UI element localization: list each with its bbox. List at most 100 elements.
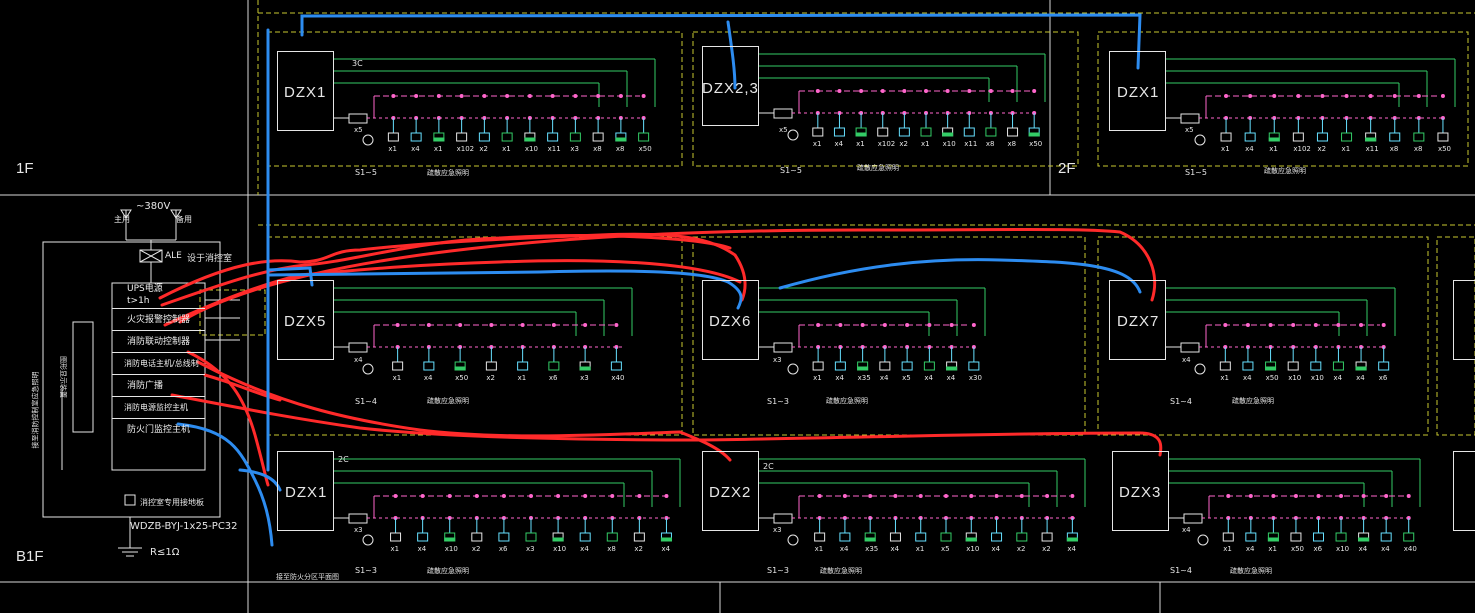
bus-node — [838, 323, 843, 327]
bus-node — [1272, 94, 1277, 98]
device-count-label: x4 — [1245, 545, 1255, 553]
bus-node — [1291, 323, 1296, 327]
device-count-label: x1 — [388, 145, 397, 153]
device-symbol-box — [1219, 361, 1231, 371]
device-count-label: x8 — [607, 545, 616, 553]
device-count-label: x4 — [1358, 545, 1368, 553]
lamp-symbol — [362, 134, 374, 146]
panel-label: DZX7 — [1117, 313, 1160, 330]
device-count-label: x1 — [1221, 145, 1230, 153]
panel-label: DZX1 — [285, 484, 328, 501]
bus-node — [1361, 494, 1366, 498]
bus-node — [482, 94, 487, 98]
bus-node — [837, 89, 842, 93]
device-symbol-bar — [433, 137, 445, 142]
device-symbol-box — [423, 361, 435, 371]
bus-node — [641, 94, 646, 98]
bus-node — [882, 323, 887, 327]
device-symbol-box — [387, 132, 399, 142]
bus-node — [967, 89, 972, 93]
bus-node — [583, 323, 588, 327]
device-count-label: x4 — [834, 140, 844, 148]
bus-node — [1368, 94, 1373, 98]
device-symbol-box — [879, 361, 891, 371]
device-symbol-box — [1403, 532, 1415, 542]
circuit-range: S1~3 — [767, 397, 789, 406]
device-count-label: x2 — [486, 374, 495, 382]
device-count-label: x102 — [1293, 145, 1311, 153]
device-count-label: x4 — [423, 374, 433, 382]
breaker-block — [348, 342, 368, 353]
circuit-wiring — [334, 53, 1456, 546]
bus-node — [868, 494, 873, 498]
device-count-label: x1 — [392, 374, 402, 382]
bus-node — [459, 94, 464, 98]
bus-node — [520, 323, 525, 327]
device-symbol-bar — [444, 537, 456, 542]
device-symbol-bar — [1358, 537, 1370, 542]
riser-item-telephone: 消防电话主机/总线制 — [112, 353, 205, 375]
bus-node — [436, 94, 441, 98]
device-count-label: x50 — [638, 145, 652, 153]
graphic-display-label: 图形显示装置 — [59, 356, 67, 398]
device-count-label: x5 — [941, 545, 950, 553]
device-count-label: x1 — [433, 145, 443, 153]
device-count-label: x2 — [1317, 145, 1327, 153]
device-symbol-box — [498, 532, 510, 542]
bus-node — [860, 323, 865, 327]
device-count-label: x40 — [1403, 545, 1417, 553]
bus-node — [1440, 94, 1445, 98]
bus-node — [949, 323, 954, 327]
device-count-label: x1 — [1341, 145, 1351, 153]
device-count-label: x4 — [417, 545, 427, 553]
device-count-label: x3 — [580, 374, 589, 382]
bus-node — [1223, 323, 1228, 327]
device-count-label: x1 — [517, 374, 527, 382]
device-symbol-bar — [1365, 137, 1377, 142]
breaker-block — [773, 513, 793, 524]
device-symbol-box — [610, 361, 622, 371]
device-count-label: x3 — [570, 145, 579, 153]
device-count-label: x4 — [411, 145, 420, 153]
device-symbol-bar — [454, 366, 466, 371]
device-count-label: x6 — [1313, 545, 1323, 553]
panel-caption: 疏散应急照明 — [820, 567, 862, 575]
device-count-label: x1 — [1268, 545, 1277, 553]
device-count-label: x10 — [1288, 374, 1302, 382]
device-symbol-box — [1413, 132, 1425, 142]
feeder-count: x5 — [779, 126, 788, 134]
breaker-block — [348, 113, 368, 124]
device-symbol-box — [485, 361, 497, 371]
bus-node — [1339, 494, 1344, 498]
bus-node — [1392, 94, 1397, 98]
bus-node — [1045, 494, 1050, 498]
device-symbol-box — [834, 361, 846, 371]
riser-item-broadcast: 消防广播 — [112, 375, 205, 397]
panel-label: DZX1 — [1117, 84, 1160, 101]
feeder-count: x3 — [773, 526, 782, 534]
device-symbol-box — [1335, 532, 1347, 542]
bus-node — [815, 89, 820, 93]
breaker-block — [1183, 513, 1203, 524]
room-label: 设于消控室 — [187, 254, 233, 264]
device-count-label: x1 — [1220, 374, 1229, 382]
panel-caption: 疏散应急照明 — [1230, 567, 1272, 575]
device-symbol-box — [569, 132, 581, 142]
device-count-label: x10 — [966, 545, 980, 553]
bus-node — [395, 323, 400, 327]
device-symbol-box — [478, 132, 490, 142]
bus-node — [618, 94, 623, 98]
bus-node — [551, 323, 556, 327]
device-count-label: x1 — [915, 545, 925, 553]
device-count-label: x11 — [1365, 145, 1379, 153]
bus-node — [880, 89, 885, 93]
device-symbol-box — [1380, 532, 1392, 542]
bus-node — [583, 494, 588, 498]
circuit-range: S1~3 — [767, 566, 789, 575]
device-count-label: x8 — [1389, 145, 1399, 153]
device-symbol-box — [501, 132, 513, 142]
device-count-label: x2 — [899, 140, 908, 148]
device-count-label: x35 — [857, 374, 871, 382]
device-count-label: x30 — [968, 374, 982, 382]
breaker-block — [348, 513, 368, 524]
